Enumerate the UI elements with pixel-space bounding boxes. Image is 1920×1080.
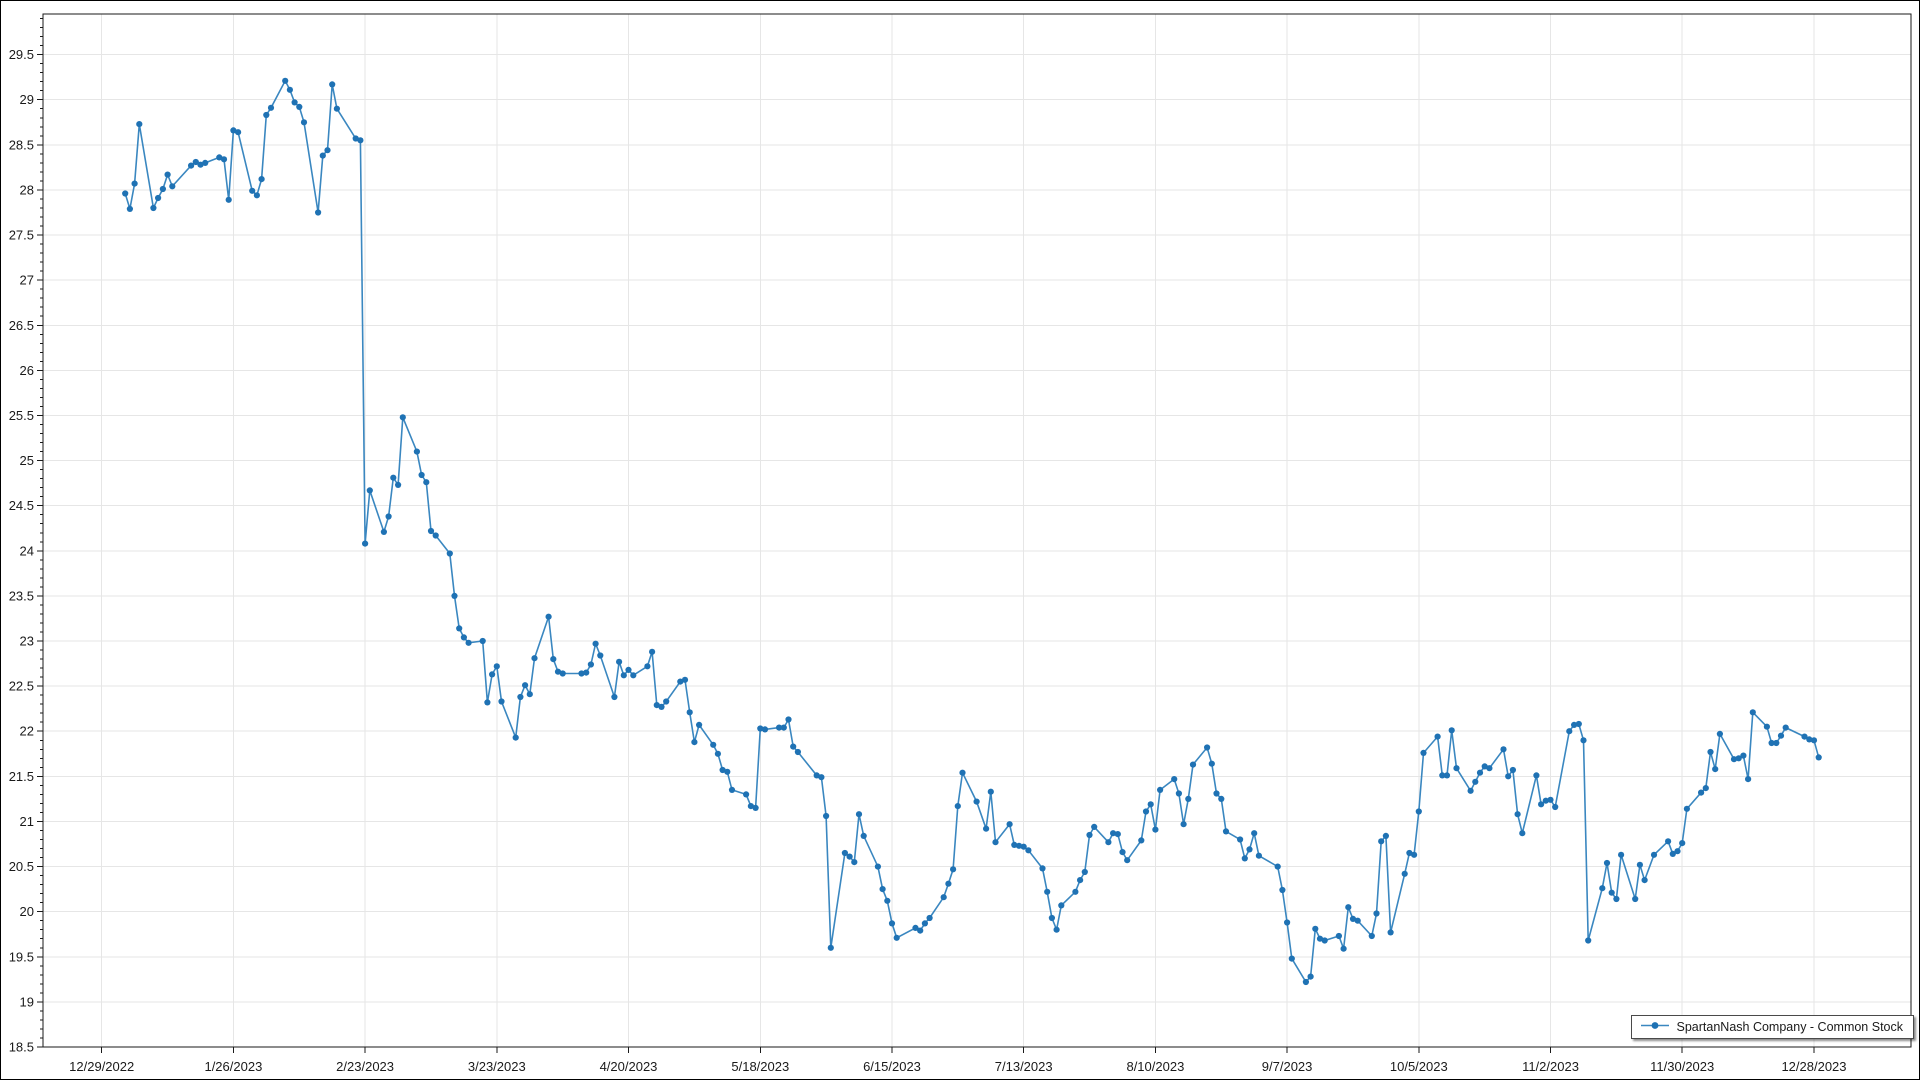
svg-text:25.5: 25.5 bbox=[9, 408, 34, 423]
svg-text:29.5: 29.5 bbox=[9, 47, 34, 62]
svg-text:27: 27 bbox=[20, 273, 34, 288]
stock-chart-window: 18.5 19 19.5 20 20.5 21 21.5 22 22.5 23 23.5 24 24.5… bbox=[0, 0, 1920, 1080]
svg-text:7/13/2023: 7/13/2023 bbox=[995, 1059, 1053, 1074]
svg-text:20.5: 20.5 bbox=[9, 859, 34, 874]
svg-text:22: 22 bbox=[20, 724, 34, 739]
svg-text:27.5: 27.5 bbox=[9, 228, 34, 243]
svg-text:5/18/2023: 5/18/2023 bbox=[731, 1059, 789, 1074]
svg-text:1/26/2023: 1/26/2023 bbox=[204, 1059, 262, 1074]
svg-text:28.5: 28.5 bbox=[9, 137, 34, 152]
svg-text:11/30/2023: 11/30/2023 bbox=[1650, 1059, 1714, 1074]
svg-text:8/10/2023: 8/10/2023 bbox=[1126, 1059, 1184, 1074]
svg-text:6/15/2023: 6/15/2023 bbox=[863, 1059, 921, 1074]
svg-text:22.5: 22.5 bbox=[9, 679, 34, 694]
svg-text:11/2/2023: 11/2/2023 bbox=[1522, 1059, 1579, 1074]
svg-text:23: 23 bbox=[20, 634, 34, 649]
svg-text:24.5: 24.5 bbox=[9, 498, 34, 513]
svg-text:26.5: 26.5 bbox=[9, 318, 34, 333]
svg-text:19.5: 19.5 bbox=[9, 949, 34, 964]
legend: SpartanNash Company - Common Stock bbox=[1631, 1015, 1914, 1039]
svg-text:2/23/2023: 2/23/2023 bbox=[336, 1059, 394, 1074]
svg-text:4/20/2023: 4/20/2023 bbox=[600, 1059, 658, 1074]
svg-text:10/5/2023: 10/5/2023 bbox=[1390, 1059, 1448, 1074]
price-chart: 18.5 19 19.5 20 20.5 21 21.5 22 22.5 23 23.5 24 24.5… bbox=[1, 1, 1920, 1080]
svg-text:23.5: 23.5 bbox=[9, 588, 34, 603]
svg-text:3/23/2023: 3/23/2023 bbox=[468, 1059, 526, 1074]
svg-text:29: 29 bbox=[20, 92, 34, 107]
svg-text:25: 25 bbox=[20, 453, 34, 468]
svg-text:19: 19 bbox=[20, 994, 34, 1009]
svg-text:26: 26 bbox=[20, 363, 34, 378]
legend-series-label: SpartanNash Company - Common Stock bbox=[1677, 1020, 1903, 1034]
svg-text:20: 20 bbox=[20, 904, 34, 919]
svg-text:28: 28 bbox=[20, 182, 34, 197]
svg-text:21: 21 bbox=[20, 814, 34, 829]
series-line-marker-icon bbox=[1640, 1020, 1670, 1034]
svg-text:12/28/2023: 12/28/2023 bbox=[1781, 1059, 1846, 1074]
svg-text:24: 24 bbox=[20, 543, 34, 558]
svg-text:18.5: 18.5 bbox=[9, 1040, 34, 1055]
svg-text:21.5: 21.5 bbox=[9, 769, 34, 784]
svg-text:9/7/2023: 9/7/2023 bbox=[1262, 1059, 1313, 1074]
svg-text:12/29/2022: 12/29/2022 bbox=[69, 1059, 134, 1074]
